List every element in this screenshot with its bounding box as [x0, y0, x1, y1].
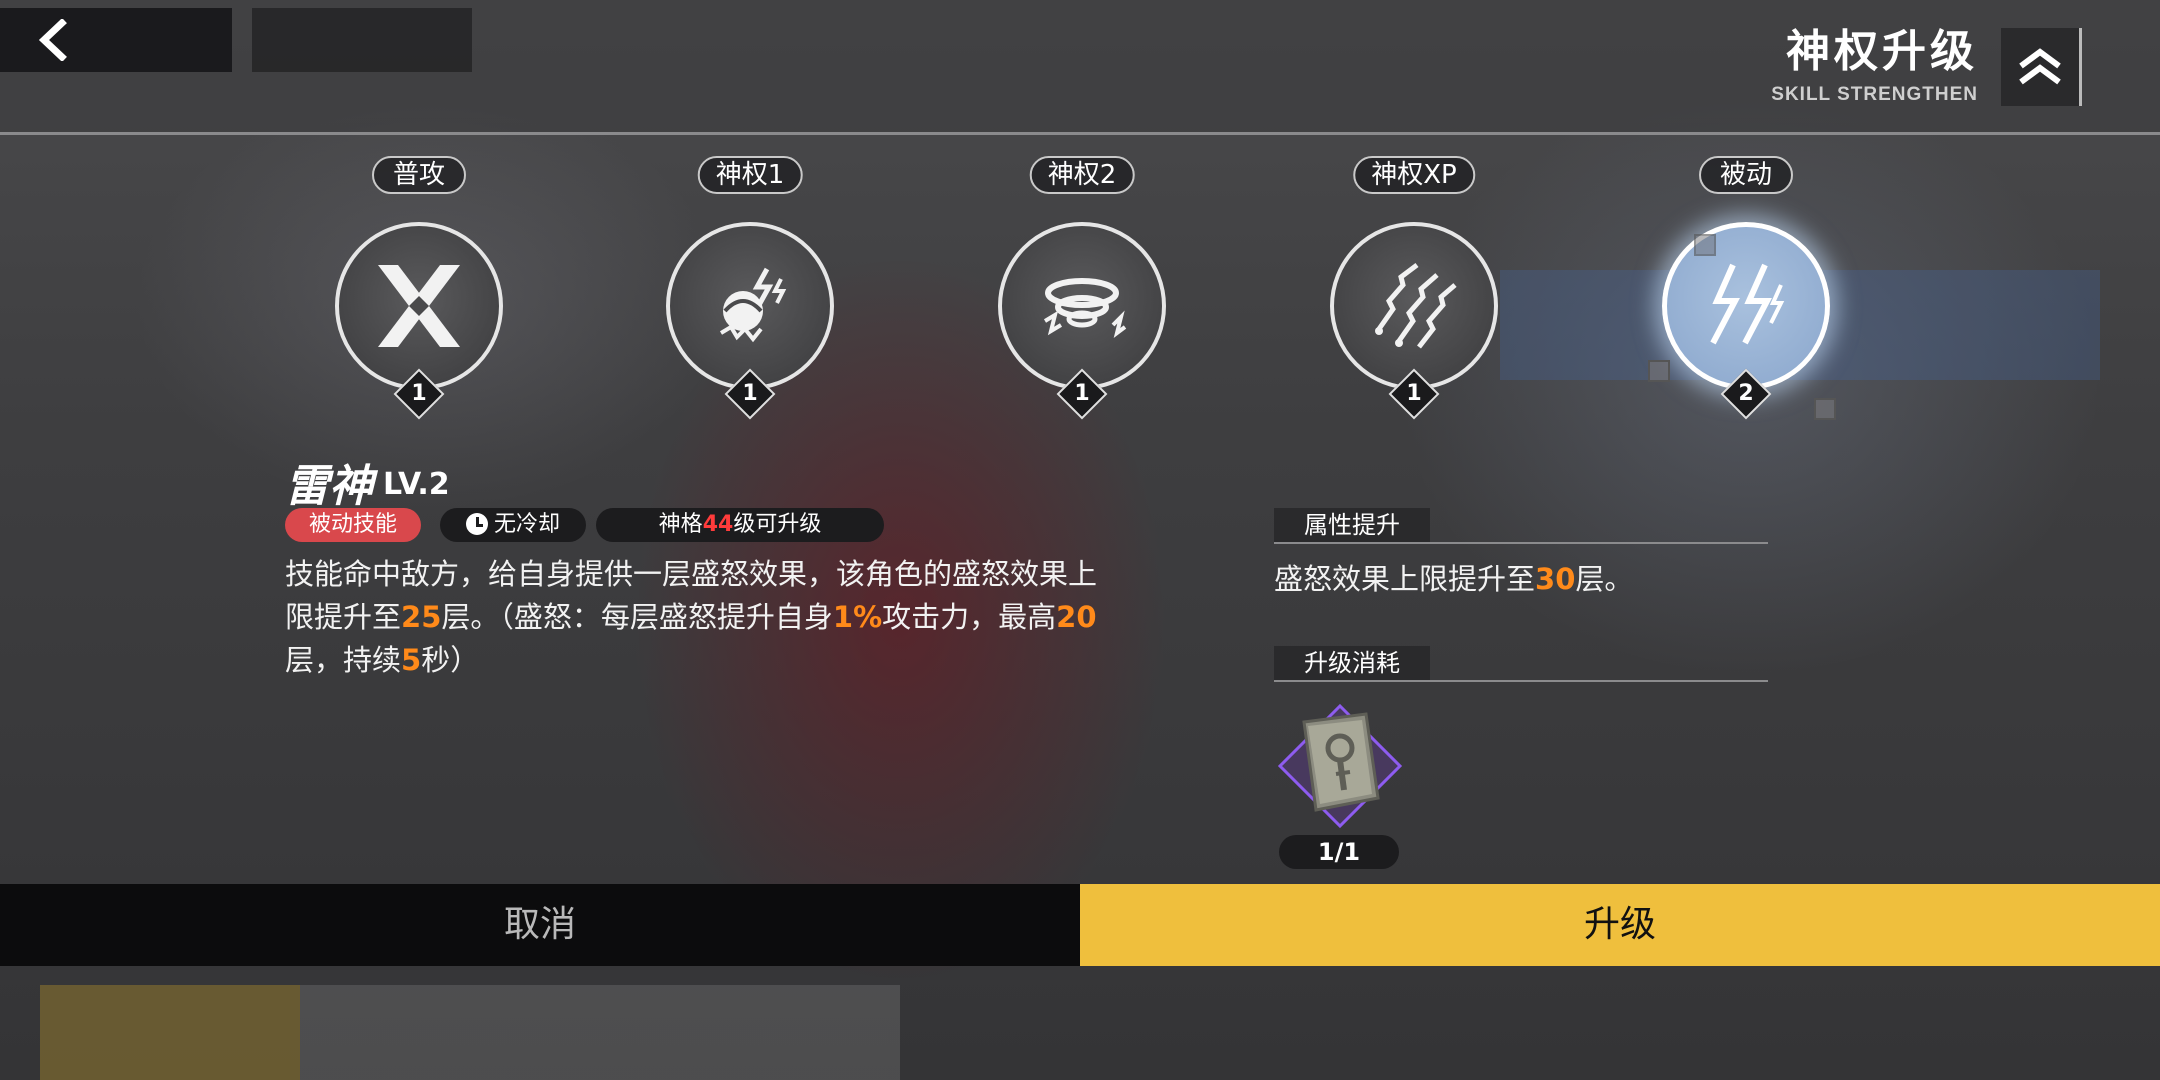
back-button[interactable]: [0, 8, 232, 72]
top-secondary-button[interactable]: [252, 8, 472, 72]
skill-tab-label: 普攻: [372, 156, 466, 194]
skill-tab-label: 神权2: [1029, 156, 1135, 194]
attribute-text: 盛怒效果上限提升至30层。: [1274, 562, 1634, 596]
cancel-button[interactable]: 取消: [0, 884, 1080, 966]
skill-tab-label: 神权1: [697, 156, 803, 194]
skill-icon-button[interactable]: [1330, 222, 1498, 390]
skill-icon-button[interactable]: [998, 222, 1166, 390]
attribute-heading: 属性提升: [1274, 508, 1430, 542]
page-title: 神权升级: [1786, 26, 1978, 77]
skill-tab-label: 神权XP: [1353, 156, 1475, 194]
top-divider: [0, 132, 2160, 135]
requirement-prefix: 神格: [658, 512, 703, 537]
crossed-blades-icon: [378, 265, 460, 347]
storm-vortex-icon: [1043, 278, 1127, 338]
page-subtitle: SKILL STRENGTHEN: [1771, 84, 1978, 105]
upgrade-requirement-tag: 神格44级可升级: [596, 508, 884, 542]
skill-description: 技能命中敌方，给自身提供一层盛怒效果，该角色的盛怒效果上限提升至25层。（盛怒：…: [285, 557, 1098, 677]
cost-section-header: 升级消耗: [1274, 646, 1768, 682]
lightning-fist-icon: [719, 267, 787, 343]
page-header: 神权升级 SKILL STRENGTHEN: [1771, 26, 1978, 106]
lightning-chains-icon: [1375, 263, 1457, 349]
attribute-section-header: 属性提升: [1274, 508, 1768, 544]
selection-corner-marker: [1694, 234, 1716, 256]
chevron-left-icon: [38, 19, 67, 61]
skill-icon-button[interactable]: [1662, 222, 1830, 390]
cooldown-tag: 无冷却: [440, 508, 586, 542]
skill-slot-divine-2[interactable]: 神权2 1: [962, 156, 1202, 420]
skill-name: 雷神: [285, 461, 373, 512]
skill-slot-basic-attack[interactable]: 普攻 1: [299, 156, 539, 420]
clock-icon: [465, 513, 488, 535]
skill-slot-divine-1[interactable]: 神权1 1: [630, 156, 870, 420]
skill-level: LV.2: [383, 467, 450, 502]
skill-book-icon: [1277, 703, 1403, 829]
requirement-value: 44: [702, 512, 734, 537]
material-count: 1/1: [1279, 835, 1399, 869]
background-ghost-bar: [40, 985, 900, 1080]
chevron-up-rank-icon: [2001, 28, 2082, 106]
skill-tab-label: 被动: [1699, 156, 1793, 194]
skill-slot-divine-xp[interactable]: 神权XP 1: [1294, 156, 1534, 420]
skill-icon-button[interactable]: [666, 222, 834, 390]
requirement-suffix: 级可升级: [733, 512, 822, 537]
selection-corner-marker: [1648, 360, 1670, 382]
cost-heading: 升级消耗: [1274, 646, 1430, 680]
upgrade-button[interactable]: 升级: [1080, 884, 2160, 966]
skill-type-tag: 被动技能: [285, 508, 421, 542]
upgrade-material-slot[interactable]: [1274, 700, 1406, 832]
selection-corner-marker: [1814, 398, 1836, 420]
skill-icon-button[interactable]: [335, 222, 503, 390]
cooldown-text: 无冷却: [493, 512, 560, 537]
lightning-bolt-icon: [1710, 263, 1785, 345]
